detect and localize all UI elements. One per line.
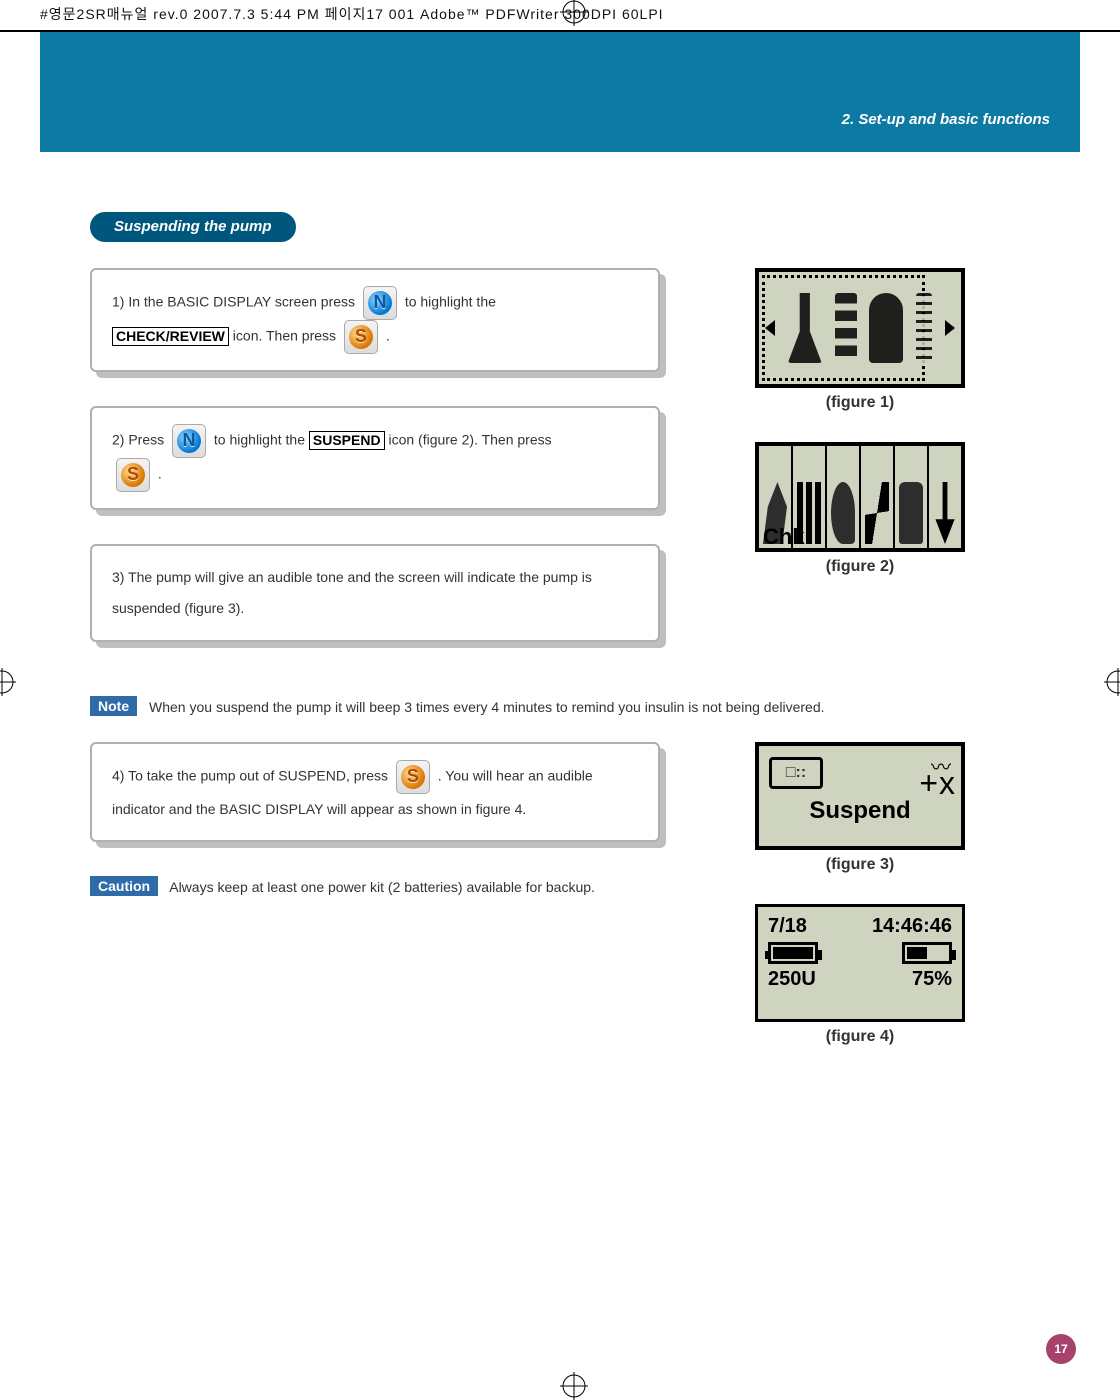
suspend-text: Suspend — [769, 797, 951, 825]
crop-mark-bottom — [560, 1372, 588, 1400]
step-2-text-d: . — [158, 466, 162, 482]
breadcrumb: 2. Set-up and basic functions — [842, 111, 1050, 128]
step-1-text-d: . — [386, 328, 390, 344]
step-2-text-c: icon (figure 2). Then press — [388, 432, 551, 448]
check-review-box: CHECK/REVIEW — [112, 327, 229, 346]
note-label: Note — [90, 696, 137, 716]
fig4-date: 7/18 — [768, 915, 807, 938]
x-icon — [865, 482, 889, 544]
bottle-icon — [899, 482, 923, 544]
magnify-icon — [831, 482, 855, 544]
caution-text: Always keep at least one power kit (2 ba… — [169, 879, 595, 895]
step-1-text-a: 1) In the BASIC DISPLAY screen press — [112, 294, 359, 310]
figure-2-caption: (figure 2) — [690, 558, 1030, 576]
step-3-text: 3) The pump will give an audible tone an… — [112, 569, 592, 616]
step-3: 3) The pump will give an audible tone an… — [90, 544, 660, 642]
step-1-text-b: to highlight the — [405, 294, 496, 310]
figure-2: Chk (figure 2) — [690, 442, 1030, 576]
note-text: When you suspend the pump it will beep 3… — [149, 699, 824, 715]
fig4-percent: 75% — [912, 968, 952, 991]
fig4-units: 250U — [768, 968, 816, 991]
step-2-text-a: 2) Press — [112, 432, 168, 448]
chk-label: Chk — [763, 524, 805, 550]
door-arrow-icon — [933, 482, 957, 544]
figure-3: □:: 〰+ x Suspend (figure 3) — [690, 742, 1030, 874]
figure-1-screen — [755, 268, 965, 388]
n-button-icon — [172, 424, 206, 458]
crop-mark-top — [560, 0, 588, 26]
step-2: 2) Press to highlight the SUSPEND icon (… — [90, 406, 660, 510]
bars-icon — [835, 293, 857, 363]
battery-full-icon — [768, 942, 818, 964]
caution-line: Caution Always keep at least one power k… — [90, 876, 660, 896]
suspend-box: SUSPEND — [309, 431, 385, 450]
s-button-icon — [116, 458, 150, 492]
step-1-text-c: icon. Then press — [233, 328, 340, 344]
figure-3-screen: □:: 〰+ x Suspend — [755, 742, 965, 850]
figure-1-caption: (figure 1) — [690, 394, 1030, 412]
figure-1: (figure 1) — [690, 268, 1030, 412]
figure-4-caption: (figure 4) — [690, 1028, 1030, 1046]
person-icon — [869, 293, 903, 363]
n-button-icon — [363, 286, 397, 320]
s-button-icon — [396, 760, 430, 794]
scale-icon — [916, 293, 932, 363]
fig4-time: 14:46:46 — [872, 915, 952, 938]
step-2-text-b: to highlight the — [214, 432, 309, 448]
step-4-text-a: 4) To take the pump out of SUSPEND, pres… — [112, 767, 392, 783]
step-4: 4) To take the pump out of SUSPEND, pres… — [90, 742, 660, 843]
battery-half-icon — [902, 942, 952, 964]
note-line: Note When you suspend the pump it will b… — [90, 696, 1030, 716]
figure-4: 7/18 14:46:46 250U 75% (figure 4) — [690, 904, 1030, 1046]
chapter-banner: 2. Set-up and basic functions — [40, 32, 1080, 152]
figure-3-caption: (figure 3) — [690, 856, 1030, 874]
section-title-pill: Suspending the pump — [90, 212, 296, 242]
figure-2-screen: Chk — [755, 442, 965, 552]
s-button-icon — [344, 320, 378, 354]
step-1: 1) In the BASIC DISPLAY screen press to … — [90, 268, 660, 372]
caution-label: Caution — [90, 876, 158, 896]
rect-icon: □:: — [769, 757, 823, 789]
right-arrow-icon — [945, 320, 955, 336]
plus-x-icon: 〰+ x — [827, 754, 951, 793]
page-number: 17 — [1046, 1334, 1076, 1364]
figure-4-screen: 7/18 14:46:46 250U 75% — [755, 904, 965, 1022]
